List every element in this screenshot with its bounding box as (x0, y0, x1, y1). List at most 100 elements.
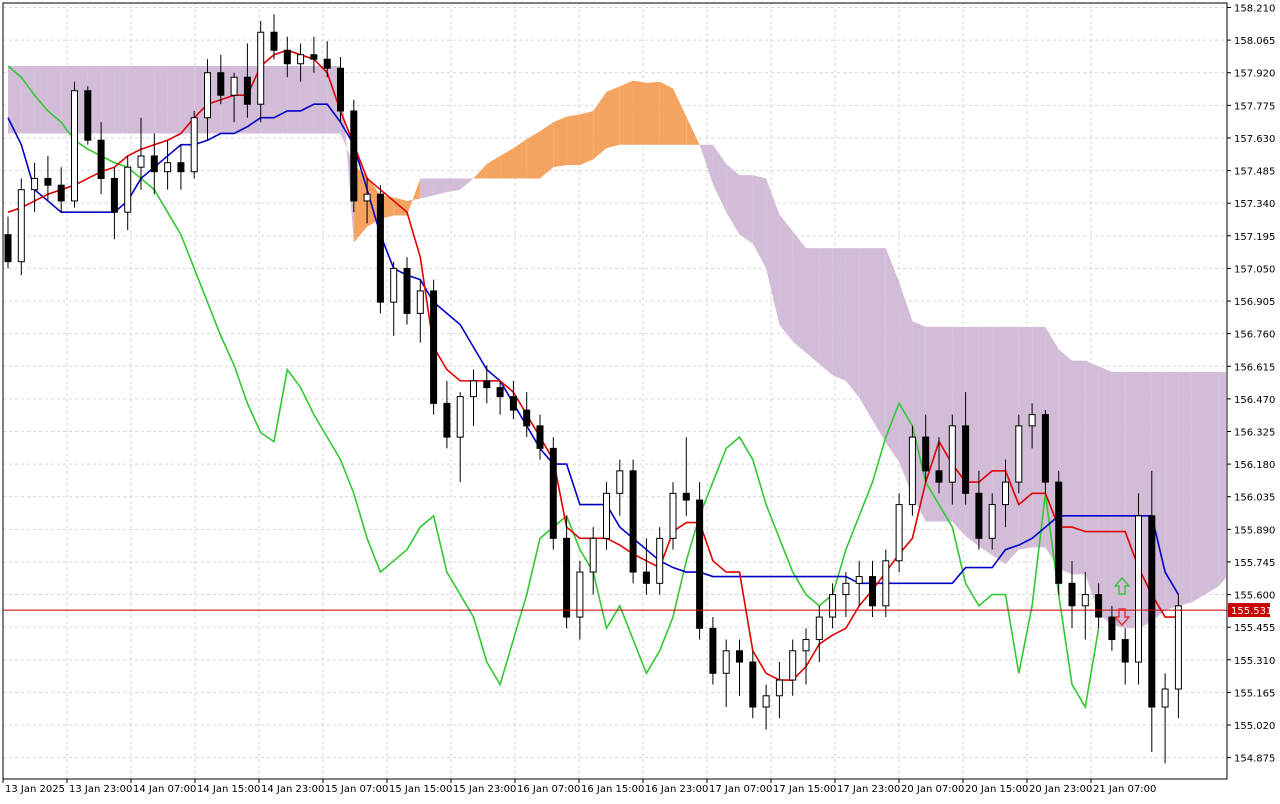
candle-bearish (549, 447, 557, 539)
candle-bullish (71, 90, 78, 202)
cloud-segment (712, 144, 727, 213)
candle-bullish (815, 616, 823, 641)
cloud-segment (473, 163, 487, 179)
candle-bearish (1108, 616, 1116, 641)
cloud-segment (313, 65, 328, 134)
x-tick-label: 14 Jan 15:00 (197, 784, 260, 795)
cloud-segment (513, 139, 527, 179)
cloud-segment (606, 86, 620, 149)
cloud-segment (553, 116, 567, 168)
x-tick-label: 14 Jan 07:00 (133, 784, 196, 795)
x-tick-label: 15 Jan 07:00 (325, 784, 388, 795)
x-tick-label: 17 Jan 07:00 (709, 784, 772, 795)
candle-bullish (257, 31, 265, 105)
candle-bullish (470, 380, 477, 398)
y-tick-label: 156.035 (1234, 493, 1275, 504)
cloud-segment (420, 178, 434, 199)
candle-bullish (616, 470, 624, 494)
candle-bearish (150, 155, 158, 173)
candle-bearish (682, 492, 690, 501)
candle-bearish (736, 650, 743, 663)
cloud-segment (619, 80, 634, 145)
candle-bearish (337, 67, 344, 112)
cloud-segment (526, 131, 540, 179)
y-tick-label: 155.020 (1234, 721, 1275, 732)
x-tick-label: 16 Jan 15:00 (581, 784, 644, 795)
y-axis: 158.210 158.065 157.920 157.775 157.630 157.4… (1227, 3, 1275, 765)
candle-bearish (975, 492, 983, 539)
cloud-segment (699, 144, 713, 185)
cloud-segment (872, 248, 886, 443)
cloud-segment (819, 248, 833, 376)
cloud-segment (1085, 360, 1099, 614)
cloud-segment (154, 65, 168, 134)
cloud-segment (34, 65, 48, 134)
x-tick-label: 17 Jan 23:00 (837, 784, 900, 795)
y-tick-label: 157.050 (1234, 264, 1275, 275)
candle-bullish (190, 117, 198, 173)
cloud-segment (646, 81, 660, 145)
candle-bearish (350, 110, 358, 202)
candle-bearish (709, 627, 717, 674)
cloud-segment (845, 248, 860, 398)
candle-bullish (789, 650, 797, 681)
cloud-segment (300, 65, 314, 134)
cloud-segment (114, 65, 128, 134)
cloud-segment (1218, 371, 1226, 587)
x-tick-label: 20 Jan 15:00 (965, 784, 1028, 795)
candle-bullish (137, 155, 145, 168)
candle-bullish (775, 679, 783, 697)
candle-bearish (523, 409, 531, 427)
candle-bearish (1148, 515, 1156, 708)
cloud-segment (566, 114, 580, 165)
cloud-segment (486, 155, 501, 179)
candle-bullish (1002, 481, 1009, 506)
candle-bullish (1135, 515, 1142, 663)
cloud-segment (673, 88, 687, 145)
cloud-segment (1191, 371, 1205, 603)
candle-bearish (563, 537, 571, 618)
cloud-segment (752, 175, 767, 269)
cloud-segment (167, 65, 181, 134)
y-tick-label: 155.165 (1234, 688, 1275, 699)
cloud-segment (832, 248, 846, 381)
candle-bearish (1055, 481, 1063, 584)
candle-bearish (177, 162, 185, 173)
cloud-segment (47, 65, 62, 134)
candle-bullish (416, 290, 424, 314)
candle-bearish (629, 470, 637, 573)
chart-svg: 155.531 158.210 158.065 157.920 157.775 157.… (2, 2, 1275, 795)
current-price-label: 155.531 (1231, 606, 1272, 617)
candle-bullish (1161, 688, 1169, 708)
x-tick-label: 13 Jan 2025 (5, 784, 65, 795)
cloud-segment (939, 326, 953, 522)
candle-bullish (589, 537, 597, 573)
candle-bullish (882, 560, 890, 607)
ichimoku-chart: 155.531 158.210 158.065 157.920 157.775 157.… (0, 0, 1280, 800)
candle-bearish (270, 31, 278, 51)
cloud-segment (593, 91, 607, 160)
candle-bullish (230, 76, 238, 96)
candle-bearish (4, 234, 12, 263)
y-tick-label: 157.340 (1234, 199, 1275, 210)
candle-bullish (988, 504, 996, 539)
cloud-segment (633, 80, 647, 145)
x-tick-label: 20 Jan 07:00 (901, 784, 964, 795)
x-tick-label: 16 Jan 23:00 (645, 784, 708, 795)
candle-bullish (762, 695, 770, 708)
x-tick-label: 14 Jan 23:00 (261, 784, 324, 795)
cloud-segment (446, 178, 461, 192)
candle-bearish (749, 661, 757, 708)
candle-bullish (656, 537, 664, 584)
cloud-segment (287, 65, 301, 134)
candle-bullish (1028, 414, 1036, 427)
candle-bullish (842, 582, 850, 596)
cloud-segment (792, 231, 806, 353)
candle-bearish (1095, 594, 1103, 618)
candle-bullish (17, 189, 25, 263)
y-tick-label: 155.745 (1234, 558, 1275, 569)
y-tick-label: 155.455 (1234, 623, 1275, 634)
candle-bearish (1121, 639, 1129, 663)
candle-bullish (390, 267, 398, 303)
candle-bullish (829, 594, 837, 618)
